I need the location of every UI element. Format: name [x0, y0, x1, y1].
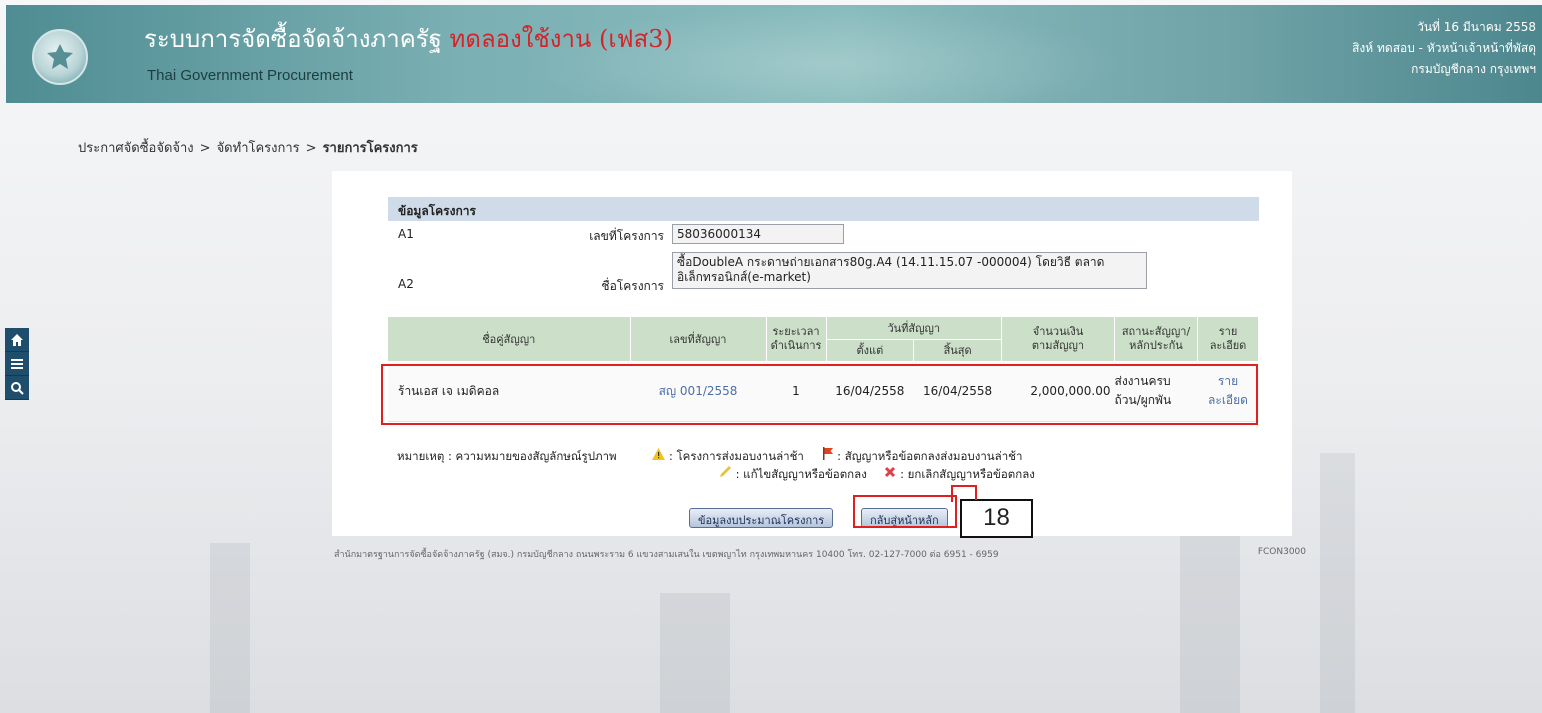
legend-edit-contract-text: : แก้ไขสัญญาหรือข้อตกลง — [735, 467, 867, 481]
legend-cancel-contract-text: : ยกเลิกสัญญาหรือข้อตกลง — [900, 467, 1035, 481]
user-name: สิงห์ ทดสอบ - หัวหน้าเจ้าหน้าที่พัสดุ — [1352, 41, 1536, 55]
search-icon — [11, 381, 24, 395]
search-button[interactable] — [5, 376, 29, 400]
footer-address: สำนักมาตรฐานการจัดซื้อจัดจ้างภาครัฐ (สมจ… — [334, 550, 999, 560]
col-header-status-line-1: สถานะสัญญา/ — [1121, 324, 1191, 338]
row-code-a2: A2 — [398, 277, 414, 291]
legend: หมายเหตุ : ความหมายของสัญลักษณ์รูปภาพ : … — [397, 447, 1035, 481]
col-header-detail-line-1: ราย — [1218, 324, 1238, 338]
legend-line-2: : แก้ไขสัญญาหรือข้อตกลง : ยกเลิกสัญญาหรื… — [719, 465, 1035, 484]
step-callout: 18 — [960, 499, 1033, 538]
breadcrumb: ประกาศจัดซื้อจัดจ้าง > จัดทำโครงการ > รายการ… — [78, 137, 418, 158]
legend-item-edit-contract: : แก้ไขสัญญาหรือข้อตกลง — [719, 466, 870, 481]
col-header-date-group: วันที่สัญญา — [826, 317, 1002, 340]
site-subtitle: Thai Government Procurement — [147, 67, 353, 84]
project-name-line-1: ซื้อDoubleA กระดาษถ่ายเอกสาร80g.A4 (14.1… — [677, 255, 1105, 269]
project-name-field[interactable]: ซื้อDoubleA กระดาษถ่ายเอกสาร80g.A4 (14.1… — [672, 252, 1147, 289]
col-header-contract-no: เลขที่สัญญา — [630, 317, 767, 362]
callout-pointer — [951, 485, 977, 502]
col-header-duration-line-1: ระยะเวลา — [772, 324, 820, 338]
project-section-title: ข้อมูลโครงการ — [388, 197, 1259, 221]
breadcrumb-separator: > — [199, 141, 211, 156]
col-header-date-to: สิ้นสุด — [913, 339, 1002, 362]
project-name-label: ชื่อโครงการ — [601, 279, 664, 293]
col-header-date-from: ตั้งแต่ — [826, 339, 915, 362]
project-number-label: เลขที่โครงการ — [589, 229, 664, 243]
breadcrumb-separator: > — [305, 141, 317, 156]
highlight-back-home-button — [853, 495, 957, 528]
garuda-icon — [47, 44, 73, 69]
user-info: วันที่ 16 มีนาคม 2558 สิงห์ ทดสอบ - หัวห… — [1352, 17, 1536, 80]
site-title-tag: ทดลองใช้งาน (เฟส3) — [449, 25, 673, 53]
legend-item-late-contract: : สัญญาหรือข้อตกลงส่งมอบงานล่าช้า — [822, 447, 1023, 463]
home-button[interactable] — [5, 328, 29, 352]
legend-item-cancel-contract: : ยกเลิกสัญญาหรือข้อตกลง — [884, 466, 1035, 481]
menu-icon — [11, 358, 23, 369]
menu-button[interactable] — [5, 352, 29, 376]
page-code: FCON3000 — [1257, 547, 1306, 557]
site-title-main: ระบบการจัดซื้อจัดจ้างภาครัฐ — [144, 25, 442, 53]
site-header: ระบบการจัดซื้อจัดจ้างภาครัฐ ทดลองใช้งาน … — [6, 5, 1542, 103]
user-department: กรมบัญชีกลาง กรุงเทพฯ — [1411, 62, 1536, 76]
legend-late-project-text: : โครงการส่งมอบงานล่าช้า — [668, 449, 804, 463]
background-building — [1180, 513, 1240, 713]
warning-icon — [652, 448, 666, 460]
breadcrumb-item-create-project[interactable]: จัดทำโครงการ — [217, 141, 300, 156]
project-panel: ข้อมูลโครงการ A1 เลขที่โครงการ 580360001… — [332, 171, 1292, 536]
current-date: วันที่ 16 มีนาคม 2558 — [1417, 20, 1536, 34]
row-code-a1: A1 — [398, 227, 414, 241]
col-header-status-line-2: หลักประกัน — [1129, 338, 1183, 352]
background-building — [1320, 453, 1355, 713]
col-header-amount: จำนวนเงิน ตามสัญญา — [1001, 317, 1115, 362]
col-header-detail-line-2: ละเอียด — [1209, 338, 1247, 352]
col-header-duration-line-2: ดำเนินการ — [770, 338, 822, 352]
cancel-icon — [885, 466, 896, 478]
department-logo — [32, 29, 88, 85]
legend-label: หมายเหตุ : ความหมายของสัญลักษณ์รูปภาพ — [397, 449, 617, 463]
background-building — [210, 543, 250, 713]
col-header-detail: ราย ละเอียด — [1197, 317, 1259, 362]
col-header-amount-line-2: ตามสัญญา — [1031, 338, 1085, 352]
col-header-party: ชื่อคู่สัญญา — [388, 317, 631, 362]
budget-info-button[interactable]: ข้อมูลงบประมาณโครงการ — [689, 508, 834, 528]
home-icon — [11, 333, 23, 346]
legend-item-late-project: : โครงการส่งมอบงานล่าช้า — [652, 448, 807, 463]
col-header-duration: ระยะเวลา ดำเนินการ — [766, 317, 827, 362]
project-number-field[interactable]: 58036000134 — [672, 224, 844, 244]
project-name-line-2: อิเล็กทรอนิกส์(e-market) — [677, 270, 811, 284]
col-header-amount-line-1: จำนวนเงิน — [1032, 324, 1084, 338]
background-building — [660, 593, 730, 713]
pencil-icon — [720, 466, 731, 477]
highlight-contract-row — [381, 364, 1258, 425]
footer: สำนักมาตรฐานการจัดซื้อจัดจ้างภาครัฐ (สมจ… — [334, 547, 1306, 561]
site-title: ระบบการจัดซื้อจัดจ้างภาครัฐ ทดลองใช้งาน … — [144, 19, 673, 58]
flag-icon — [822, 447, 833, 460]
breadcrumb-item-announcement[interactable]: ประกาศจัดซื้อจัดจ้าง — [78, 141, 194, 156]
side-toolbar — [5, 328, 29, 400]
breadcrumb-item-project-list: รายการโครงการ — [322, 141, 418, 156]
col-header-status: สถานะสัญญา/ หลักประกัน — [1114, 317, 1198, 362]
legend-late-contract-text: : สัญญาหรือข้อตกลงส่งมอบงานล่าช้า — [837, 449, 1023, 463]
